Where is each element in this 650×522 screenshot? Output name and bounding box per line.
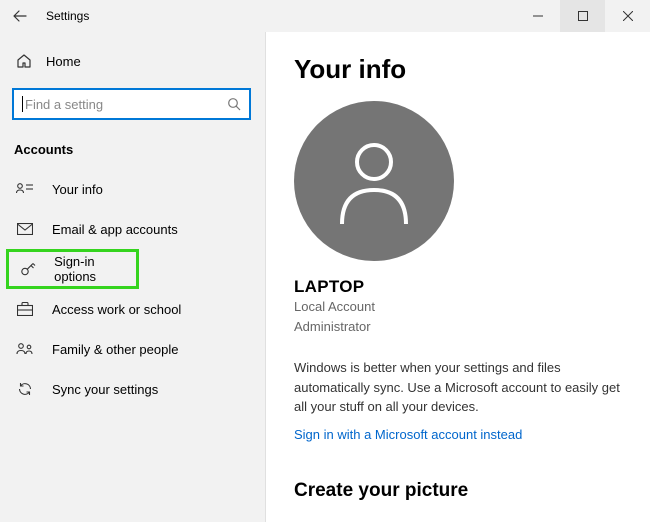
settings-window: Settings Home (0, 0, 650, 522)
main-panel: Your info LAPTOP Local Account Administr… (265, 32, 650, 522)
sidebar-item-sign-in-options[interactable]: Sign-in options (9, 252, 136, 286)
home-label: Home (32, 54, 81, 69)
account-type: Local Account (294, 297, 622, 317)
close-button[interactable] (605, 0, 650, 32)
close-icon (623, 11, 633, 21)
sidebar: Home Accounts Your info (0, 32, 265, 522)
window-controls (515, 0, 650, 32)
sidebar-item-label: Sync your settings (34, 382, 158, 397)
sidebar-item-your-info[interactable]: Your info (0, 169, 265, 209)
text-caret (22, 96, 23, 112)
sidebar-item-sync[interactable]: Sync your settings (0, 369, 265, 409)
avatar (294, 101, 454, 261)
sidebar-item-access-work[interactable]: Access work or school (0, 289, 265, 329)
search-input[interactable] (12, 88, 251, 120)
home-icon (16, 53, 32, 69)
sidebar-item-email-accounts[interactable]: Email & app accounts (0, 209, 265, 249)
maximize-button[interactable] (560, 0, 605, 32)
window-title: Settings (40, 9, 89, 23)
content-area: Home Accounts Your info (0, 32, 650, 522)
search-field[interactable] (25, 97, 227, 112)
sidebar-item-label: Access work or school (34, 302, 181, 317)
minimize-button[interactable] (515, 0, 560, 32)
search-icon (227, 97, 241, 111)
minimize-icon (533, 11, 543, 21)
mail-icon (16, 223, 34, 235)
sidebar-item-label: Your info (34, 182, 103, 197)
back-button[interactable] (0, 0, 40, 32)
sidebar-item-label: Family & other people (34, 342, 178, 357)
sync-description: Windows is better when your settings and… (294, 358, 622, 417)
microsoft-account-link[interactable]: Sign in with a Microsoft account instead (294, 427, 522, 442)
maximize-icon (578, 11, 588, 21)
back-arrow-icon (13, 9, 27, 23)
section-heading: Accounts (0, 132, 265, 169)
titlebar: Settings (0, 0, 650, 32)
home-button[interactable]: Home (0, 42, 265, 80)
page-title: Your info (294, 54, 622, 85)
sync-icon (16, 381, 34, 397)
person-card-icon (16, 182, 34, 196)
sidebar-item-label: Email & app accounts (34, 222, 178, 237)
sidebar-item-label: Sign-in options (36, 254, 136, 284)
account-name: LAPTOP (294, 277, 622, 297)
highlight-annotation: Sign-in options (6, 249, 139, 289)
account-role: Administrator (294, 317, 622, 337)
sidebar-item-family[interactable]: Family & other people (0, 329, 265, 369)
user-icon (334, 136, 414, 226)
people-icon (16, 342, 34, 356)
key-icon (19, 261, 36, 277)
search-container (0, 80, 265, 132)
account-info: LAPTOP Local Account Administrator (294, 101, 622, 336)
picture-heading: Create your picture (294, 480, 622, 502)
briefcase-icon (16, 302, 34, 316)
